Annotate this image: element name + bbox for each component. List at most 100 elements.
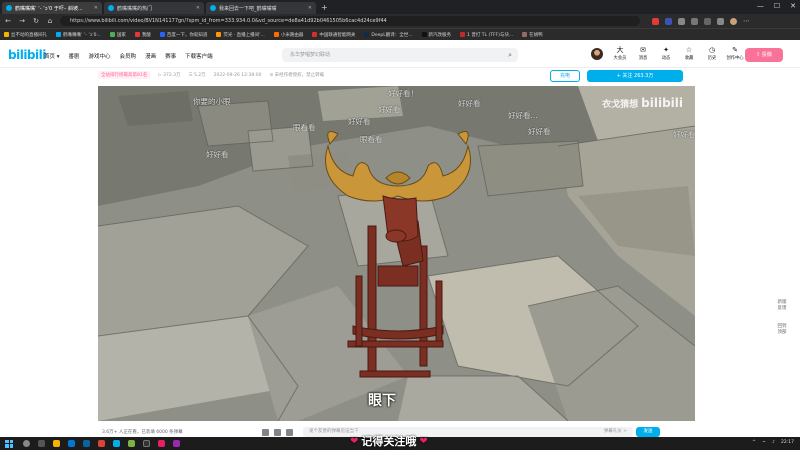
close-tab-icon[interactable]: ✕ [94,5,98,11]
network-icon[interactable]: ⌔ [762,440,766,446]
page-icon [109,32,115,37]
extension-icon[interactable] [691,17,698,25]
new-tab-icon[interactable]: + [321,2,328,14]
close-tab-icon[interactable]: ✕ [308,5,312,11]
danmaku-etiquette-link[interactable]: 弹幕礼仪 > [604,427,627,437]
extension-icon[interactable] [717,17,724,25]
bookmark-item[interactable]: 丝不动的直播间礼 [4,32,47,38]
danmaku-style-icon[interactable] [286,428,293,436]
bilibili-favicon-icon [210,5,216,11]
nav-messages[interactable]: ✉ 消息 [635,46,651,61]
nav-favorites[interactable]: ☆ 收藏 [681,46,697,61]
nav-item-esports[interactable]: 赛事 [165,52,176,60]
close-window-icon[interactable]: ✕ [790,2,796,10]
search-icon[interactable]: ⌕ [508,48,512,62]
app-icon[interactable] [173,440,180,447]
nav-item-manga[interactable]: 漫画 [145,52,156,60]
extension-icon[interactable] [678,17,685,25]
back-to-top-button[interactable]: 回到 顶部 [772,324,792,336]
tab-title: 鹤嘴嘴嘴的热门 [117,5,153,12]
nav-item-download[interactable]: 下载客户端 [185,52,213,60]
upload-button[interactable]: ⇧ 投稿 [745,48,783,62]
nav-creator[interactable]: ✎ 创作中心 [726,46,743,61]
browser-tab-strip: 鹤嘴嘴嘴‘ ‘- ’ɔ‘0 于吓– 斜坡... ✕ 鹤嘴嘴嘴的热门 ✕ 我来回去… [0,0,800,14]
charge-button[interactable]: 充电 [550,70,580,82]
task-view-icon[interactable] [38,440,45,447]
new-version-button[interactable]: 新版 反馈 [772,300,792,312]
browser-tab[interactable]: 我来回去一下吧_鹤嘴嘴嘴 ✕ [206,2,316,14]
nav-label: 动态 [661,56,671,61]
profile-avatar-icon[interactable] [730,17,737,25]
search-input[interactable]: 永华梦唱梦幻联动 ⌕ [282,48,518,62]
extension-icon[interactable] [652,17,659,25]
extension-icon[interactable] [665,17,672,25]
maximize-icon[interactable]: ☐ [774,2,780,10]
float-label: 顶部 [777,330,787,335]
reload-icon[interactable]: ↻ [32,17,40,25]
video-watermark: 衣戈猜想 bilibili [602,96,683,110]
bulb-icon: ✎ [732,46,738,54]
bookmark-label: 鹤嘴嘴嘴‘ ’- ’ɔ‘0... [63,32,101,38]
nav-item-home[interactable]: 首页 ▾ [44,52,60,60]
bookmark-label: 小米路由器 [280,32,304,38]
back-icon[interactable]: ← [4,17,12,25]
browser-tab[interactable]: 鹤嘴嘴嘴的热门 ✕ [104,2,204,14]
bookmark-item[interactable]: 在胡鸭 [522,32,543,38]
windows-start-icon[interactable] [5,439,13,448]
bookmark-item[interactable]: 小米路由器 [273,32,304,38]
system-tray: ^ ⌔ ♪ 22:17 [752,440,794,446]
nav-item-anime[interactable]: 番剧 [69,52,80,60]
avatar[interactable] [591,48,603,60]
nav-vip[interactable]: 大大会员 [612,46,628,61]
volume-icon[interactable]: ♪ [772,440,775,446]
extension-icon[interactable] [704,17,711,25]
follow-button[interactable]: + 关注 263.3万 [587,70,683,82]
bookmark-item[interactable]: DeepL翻译：全世... [364,32,413,38]
banner-text: 记得关注哦 [361,435,417,448]
more-menu-icon[interactable]: ⋯ [743,17,750,25]
danmaku-settings-icon[interactable] [274,428,281,436]
clock[interactable]: 22:17 [781,440,794,446]
danmaku-comment: 眼看看 [360,135,383,144]
bookmark-label: 荧光 · 直播上播间‘... [223,32,265,38]
search-icon[interactable] [23,440,30,447]
site-logo[interactable]: bilibili [8,48,46,62]
app-icon[interactable] [83,440,90,447]
danmaku-toggle-icon[interactable] [262,428,269,436]
edge-icon[interactable] [68,440,75,447]
home-icon[interactable]: ⌂ [46,17,54,25]
app-icon[interactable] [158,440,165,447]
app-icon[interactable] [128,440,135,447]
bookmark-item[interactable]: 我酸 [134,32,151,38]
nav-item-games[interactable]: 游戏中心 [89,52,111,60]
bilibili-app-icon[interactable] [113,440,120,447]
danmaku-comment: 好好看 [206,150,229,159]
minimize-icon[interactable]: — [757,2,764,10]
nav-item-shop[interactable]: 会员购 [120,52,137,60]
danmaku-comment: 好好看 [673,130,695,139]
video-player[interactable]: 你要的小眼 好好看！ 好好看 好好看... 好好看 好好看 好好看 眼看看 好好… [98,86,695,421]
forward-icon[interactable]: → [18,17,26,25]
bookmark-item[interactable]: 国家 [109,32,126,38]
close-tab-icon[interactable]: ✕ [196,5,200,11]
nav-history[interactable]: ◷ 历史 [704,46,720,61]
url-field[interactable]: https://www.bilibili.com/video/BV1N14117… [60,16,640,26]
user-nav: 大大会员 ✉ 消息 ✦ 动态 ☆ 收藏 ◷ 历史 ✎ 创作中心 [612,46,744,61]
bookmark-item[interactable]: 荧光 · 直播上播间‘... [216,32,265,38]
video-frame [98,86,695,421]
bookmark-item[interactable]: 1 普打 TL (TFF)与块... [460,32,513,38]
nav-dynamics[interactable]: ✦ 动态 [658,46,674,61]
app-icon[interactable] [98,440,105,447]
send-danmaku-button[interactable]: 发送 [636,427,660,437]
bookmark-item[interactable]: 新汽改服务 [421,32,451,38]
chevron-up-icon[interactable]: ^ [752,440,756,446]
taskbar-apps [23,440,180,447]
bookmark-item[interactable]: 中国联通智能网关 [312,32,355,38]
bookmark-item[interactable]: 鹤嘴嘴嘴‘ ’- ’ɔ‘0... [56,32,101,38]
nav-label: 历史 [707,56,717,61]
bookmark-item[interactable]: 百度一下，你就知道 [159,32,207,38]
app-icon[interactable] [143,440,150,447]
browser-tab[interactable]: 鹤嘴嘴嘴‘ ‘- ’ɔ‘0 于吓– 斜坡... ✕ [2,2,102,14]
rank-badge[interactable]: 全站排行榜最高第81名 [98,71,151,79]
file-explorer-icon[interactable] [53,440,60,447]
